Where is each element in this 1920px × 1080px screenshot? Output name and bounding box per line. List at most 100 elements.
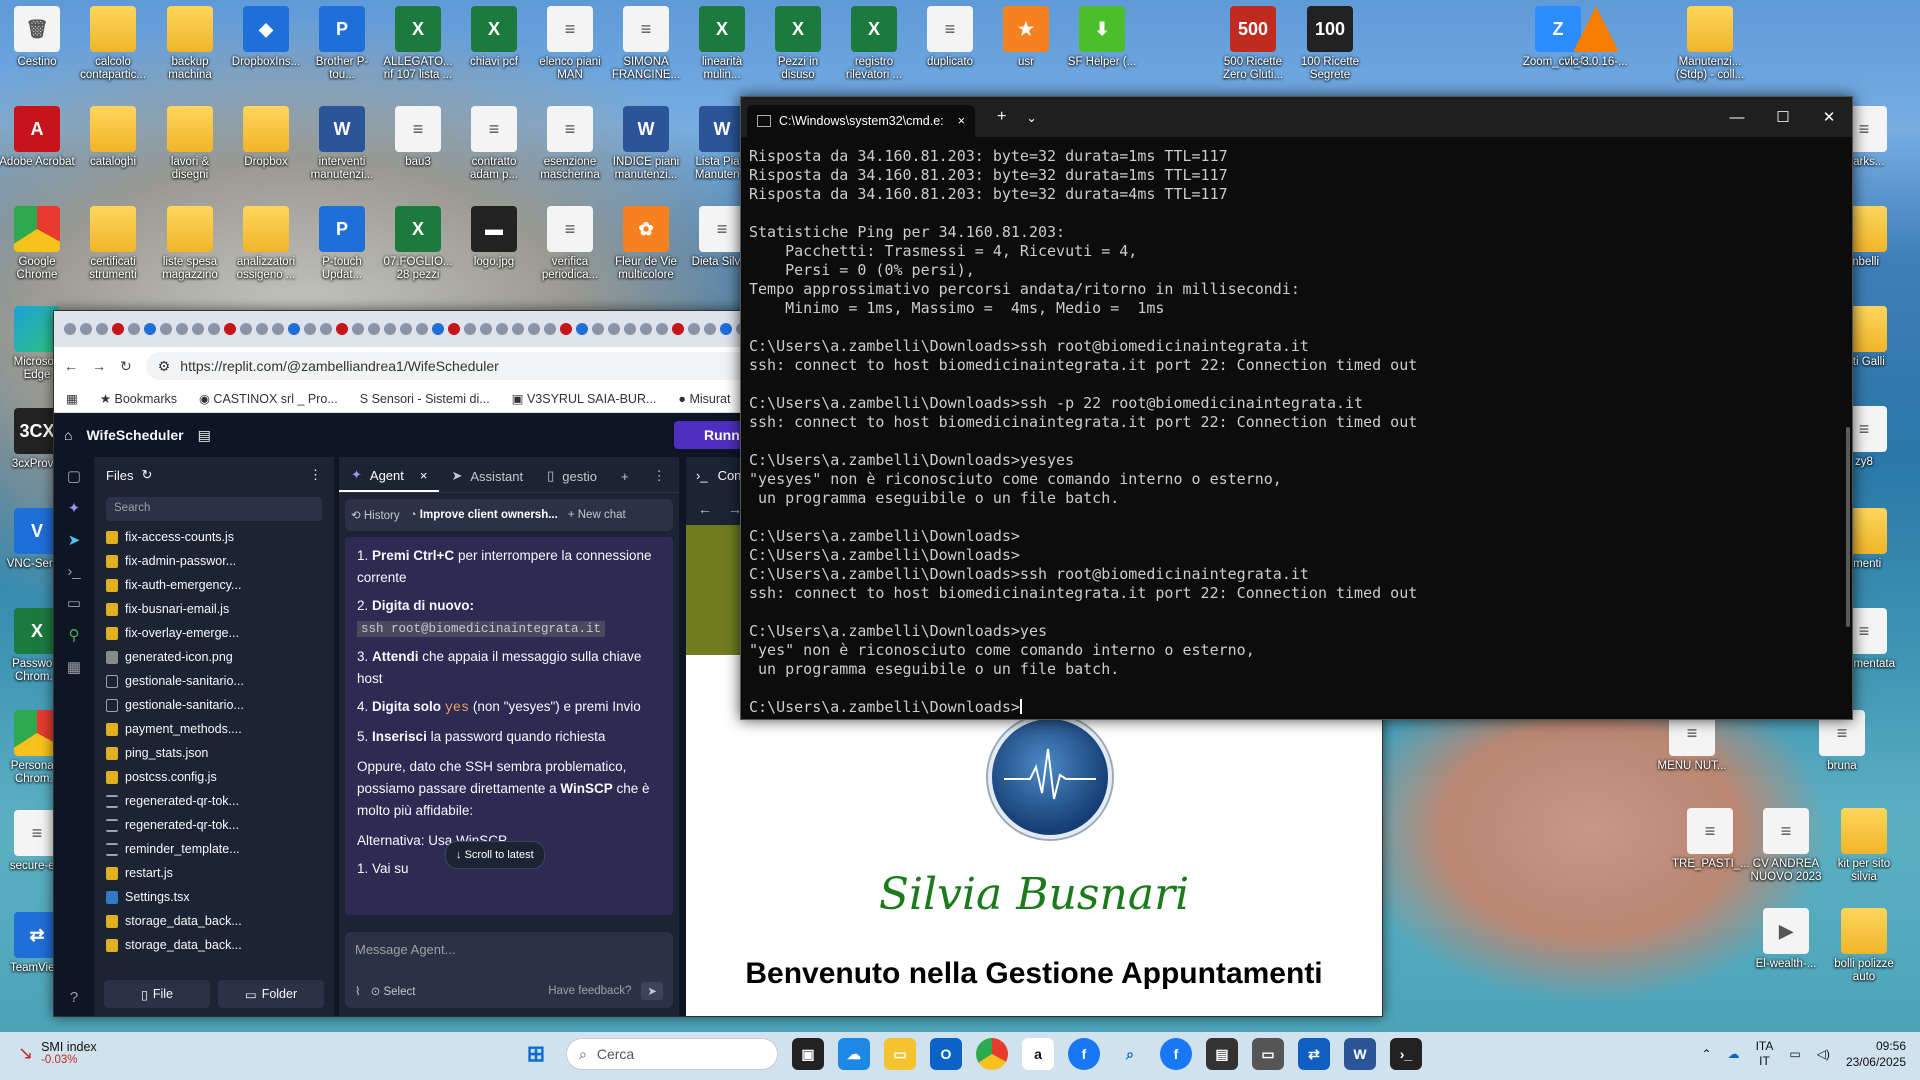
current-chat-button[interactable]: ◔ Improve client ownersh... bbox=[410, 509, 558, 521]
browser-tab-favicon[interactable] bbox=[480, 323, 492, 335]
desktop-icon[interactable]: ▬ logo.jpg bbox=[456, 206, 532, 269]
desktop-icon[interactable]: Winterventi manutenzi... bbox=[304, 106, 380, 182]
browser-tab-favicon[interactable] bbox=[80, 323, 92, 335]
onedrive-icon[interactable]: ☁ bbox=[1728, 1047, 1740, 1061]
run-button[interactable]: Runn bbox=[674, 421, 750, 449]
deploy-rail-icon[interactable]: ➤ bbox=[68, 531, 81, 549]
browser-tab-favicon[interactable] bbox=[400, 323, 412, 335]
browser-tab-favicon[interactable] bbox=[160, 323, 172, 335]
browser-tab-favicon[interactable] bbox=[720, 323, 732, 335]
desktop-icon[interactable]: ≡ elenco piani MAN bbox=[532, 6, 608, 82]
file-item[interactable]: postcss.config.js bbox=[94, 765, 334, 789]
clock[interactable]: 09:56 23/06/2025 bbox=[1846, 1038, 1906, 1070]
desktop-icon[interactable]: Dropbox bbox=[228, 106, 304, 169]
files-search-input[interactable]: Search bbox=[106, 497, 322, 521]
apps-icon[interactable]: ▦ bbox=[66, 391, 78, 406]
browser-tab-favicon[interactable] bbox=[592, 323, 604, 335]
desktop-icon[interactable]: X Pezzi in disuso bbox=[760, 6, 836, 82]
chevron-up-icon[interactable]: ⌃ bbox=[1702, 1047, 1712, 1061]
desktop-icon[interactable]: lavori & disegni bbox=[152, 106, 228, 182]
desktop-icon[interactable]: backup machina bbox=[152, 6, 228, 82]
preview-rail-icon[interactable]: ▭ bbox=[67, 594, 81, 612]
desktop-icon[interactable]: cataloghi bbox=[75, 106, 151, 169]
desktop-icon[interactable]: Google Chrome bbox=[0, 206, 75, 282]
browser-tab-favicon[interactable] bbox=[304, 323, 316, 335]
stock-widget[interactable]: ↘ SMI index -0.03% bbox=[18, 1040, 97, 1066]
file-item[interactable]: regenerated-qr-tok... bbox=[94, 813, 334, 837]
desktop-icon[interactable]: ≡ verifica periodica... bbox=[532, 206, 608, 282]
desktop-icon[interactable]: Xregistro rilevatori ... bbox=[836, 6, 912, 82]
desktop-icon[interactable]: liste spesa magazzino bbox=[152, 206, 228, 282]
desktop-icon[interactable]: ▶ El-wealth-... bbox=[1748, 908, 1824, 971]
browser-tab-favicon[interactable] bbox=[416, 323, 428, 335]
outlook-icon[interactable]: O bbox=[930, 1038, 962, 1070]
desktop-icon[interactable]: ≡ bau3 bbox=[380, 106, 456, 169]
widgets-icon[interactable]: ☁ bbox=[838, 1038, 870, 1070]
attach-icon[interactable]: ⌇ bbox=[355, 984, 361, 998]
cmd-scrollbar[interactable] bbox=[1846, 427, 1850, 627]
desktop-icon[interactable]: ★ usr bbox=[988, 6, 1064, 69]
browser-tab-favicon[interactable] bbox=[256, 323, 268, 335]
bookmark-item[interactable]: S Sensori - Sistemi di... bbox=[360, 392, 490, 406]
desktop-icon[interactable]: 100 100 Ricette Segrete bbox=[1292, 6, 1368, 82]
select-button[interactable]: ⊙ Select bbox=[371, 984, 416, 998]
file-item[interactable]: Settings.tsx bbox=[94, 885, 334, 909]
file-item[interactable]: storage_data_back... bbox=[94, 909, 334, 933]
teamviewer-icon[interactable]: ⇄ bbox=[1298, 1038, 1330, 1070]
store-icon[interactable]: ▤ bbox=[1206, 1038, 1238, 1070]
desktop-icon[interactable]: ✿ Fleur de Vie multicolore bbox=[608, 206, 684, 282]
file-item[interactable]: regenerated-qr-tok... bbox=[94, 789, 334, 813]
word-icon[interactable]: W bbox=[1344, 1038, 1376, 1070]
volume-icon[interactable]: ◁) bbox=[1817, 1047, 1830, 1061]
tabs-menu-icon[interactable]: ⋮ bbox=[641, 460, 678, 492]
desktop-icon[interactable]: bolli polizze auto bbox=[1826, 908, 1902, 984]
network-icon[interactable]: ▭ bbox=[1789, 1047, 1800, 1061]
browser-tab-favicon[interactable] bbox=[672, 323, 684, 335]
file-item[interactable]: fix-overlay-emerge... bbox=[94, 621, 334, 645]
browser-tab-favicon[interactable] bbox=[544, 323, 556, 335]
browser-tab-favicon[interactable] bbox=[640, 323, 652, 335]
bookmark-item[interactable]: ● Misurat bbox=[678, 392, 730, 406]
browser-tab-favicon[interactable] bbox=[320, 323, 332, 335]
desktop-icon[interactable]: 500 500 Ricette Zero Gluti... bbox=[1215, 6, 1291, 82]
browser-tab-favicon[interactable] bbox=[448, 323, 460, 335]
browser-tab-favicon[interactable] bbox=[352, 323, 364, 335]
history-button[interactable]: ⟲ History bbox=[351, 508, 400, 522]
desktop-icon[interactable]: ≡ contratto adam p... bbox=[456, 106, 532, 182]
desktop-icon[interactable]: kit per sito silvia bbox=[1826, 808, 1902, 884]
close-icon[interactable]: × bbox=[420, 468, 428, 483]
amazon-icon[interactable]: a bbox=[1022, 1038, 1054, 1070]
browser-tab-favicon[interactable] bbox=[656, 323, 668, 335]
home-icon[interactable]: ⌂ bbox=[64, 427, 72, 443]
desktop-icon[interactable]: calcolo contapartic... bbox=[75, 6, 151, 82]
tab-dropdown-icon[interactable]: ⌄ bbox=[1026, 110, 1036, 125]
terminal-taskbar-icon[interactable]: ›_ bbox=[1390, 1038, 1422, 1070]
browser-tab-favicon[interactable] bbox=[240, 323, 252, 335]
scroll-to-latest-button[interactable]: ↓ Scroll to latest bbox=[445, 841, 545, 869]
close-tab-icon[interactable]: × bbox=[958, 114, 965, 128]
close-window-icon[interactable]: ✕ bbox=[1806, 97, 1852, 137]
browser-tab-favicon[interactable] bbox=[576, 323, 588, 335]
code-snippet[interactable]: ssh root@biomedicinaintegrata.it bbox=[357, 621, 606, 637]
browser-tab-favicon[interactable] bbox=[688, 323, 700, 335]
bookmark-item[interactable]: ★ Bookmarks bbox=[100, 391, 177, 406]
browser-tab-favicon[interactable] bbox=[512, 323, 524, 335]
new-file-button[interactable]: ▯ File bbox=[104, 980, 210, 1008]
chrome-icon[interactable] bbox=[976, 1038, 1008, 1070]
search-app-icon[interactable]: ⌕ bbox=[1114, 1038, 1146, 1070]
back-icon[interactable]: ← bbox=[64, 358, 78, 374]
browser-tab-favicon[interactable] bbox=[96, 323, 108, 335]
file-explorer-icon[interactable]: ▭ bbox=[884, 1038, 916, 1070]
browser-tab-favicon[interactable] bbox=[704, 323, 716, 335]
desktop-icon[interactable]: ⬇ SF Helper (... bbox=[1064, 6, 1140, 69]
facebook-icon[interactable]: f bbox=[1160, 1038, 1192, 1070]
file-item[interactable]: payment_methods.... bbox=[94, 717, 334, 741]
desktop-icon[interactable]: ≡ SIMONA FRANCINE... bbox=[608, 6, 684, 82]
site-info-icon[interactable]: ⚙ bbox=[158, 358, 171, 375]
message-input[interactable]: Message Agent... ⌇ ⊙ Select Have feedbac… bbox=[345, 932, 673, 1008]
file-item[interactable]: fix-access-counts.js bbox=[94, 525, 334, 549]
start-icon[interactable]: ⊞ bbox=[520, 1038, 552, 1070]
browser-tab-favicon[interactable] bbox=[384, 323, 396, 335]
media-icon[interactable]: ▭ bbox=[1252, 1038, 1284, 1070]
minimize-icon[interactable]: — bbox=[1714, 97, 1760, 137]
